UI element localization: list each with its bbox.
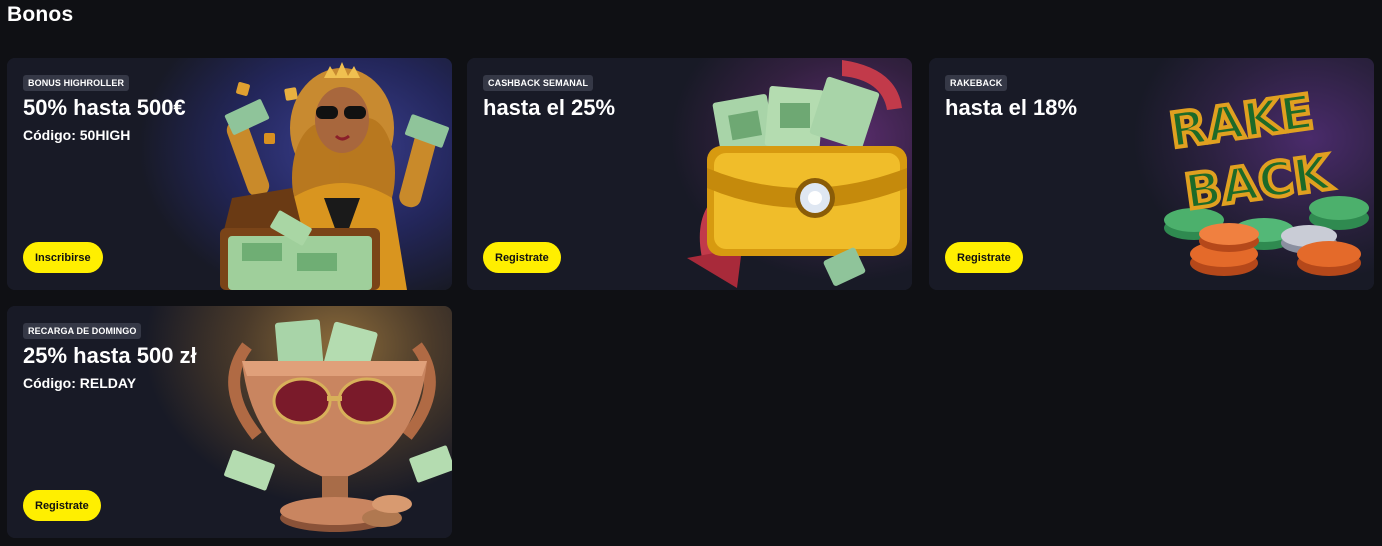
bonus-headline: 50% hasta 500€ <box>23 95 186 120</box>
bonus-card-sunday-reload[interactable]: RECARGA DE DOMINGO 25% hasta 500 zł Códi… <box>7 306 452 538</box>
rake-back-chips-image: RAKE BACK <box>1154 58 1374 290</box>
svg-text:RAKE: RAKE <box>1166 84 1316 160</box>
page-title: Bonos <box>7 3 74 26</box>
bonus-card-highroller[interactable]: BONUS HIGHROLLER 50% hasta 500€ Código: … <box>7 58 452 290</box>
bonus-code: Código: RELDAY <box>23 375 137 391</box>
bonus-card-cashback[interactable]: CASHBACK SEMANAL hasta el 25% Registrate <box>467 58 912 290</box>
bonus-headline: hasta el 18% <box>945 95 1078 120</box>
bonus-tag: RECARGA DE DOMINGO <box>23 323 142 339</box>
bonus-tag: CASHBACK SEMANAL <box>483 75 594 91</box>
bronze-trophy-with-sunglasses-image <box>217 306 452 538</box>
register-button[interactable]: Registrate <box>945 242 1023 273</box>
bonus-code: Código: 50HIGH <box>23 127 131 143</box>
golden-wallet-with-cash-image <box>682 58 912 290</box>
bonus-tag: RAKEBACK <box>945 75 1008 91</box>
rake-back-text: RAKE BACK <box>1164 82 1338 223</box>
bonus-tag: BONUS HIGHROLLER <box>23 75 130 91</box>
register-button[interactable]: Registrate <box>483 242 561 273</box>
bonus-card-rakeback[interactable]: RAKEBACK hasta el 18% Registrate RAKE BA… <box>929 58 1374 290</box>
register-button[interactable]: Registrate <box>23 490 101 521</box>
woman-with-money-suitcase-image <box>212 58 452 290</box>
bonus-headline: 25% hasta 500 zł <box>23 343 197 368</box>
bonus-headline: hasta el 25% <box>483 95 616 120</box>
signup-button[interactable]: Inscribirse <box>23 242 103 273</box>
